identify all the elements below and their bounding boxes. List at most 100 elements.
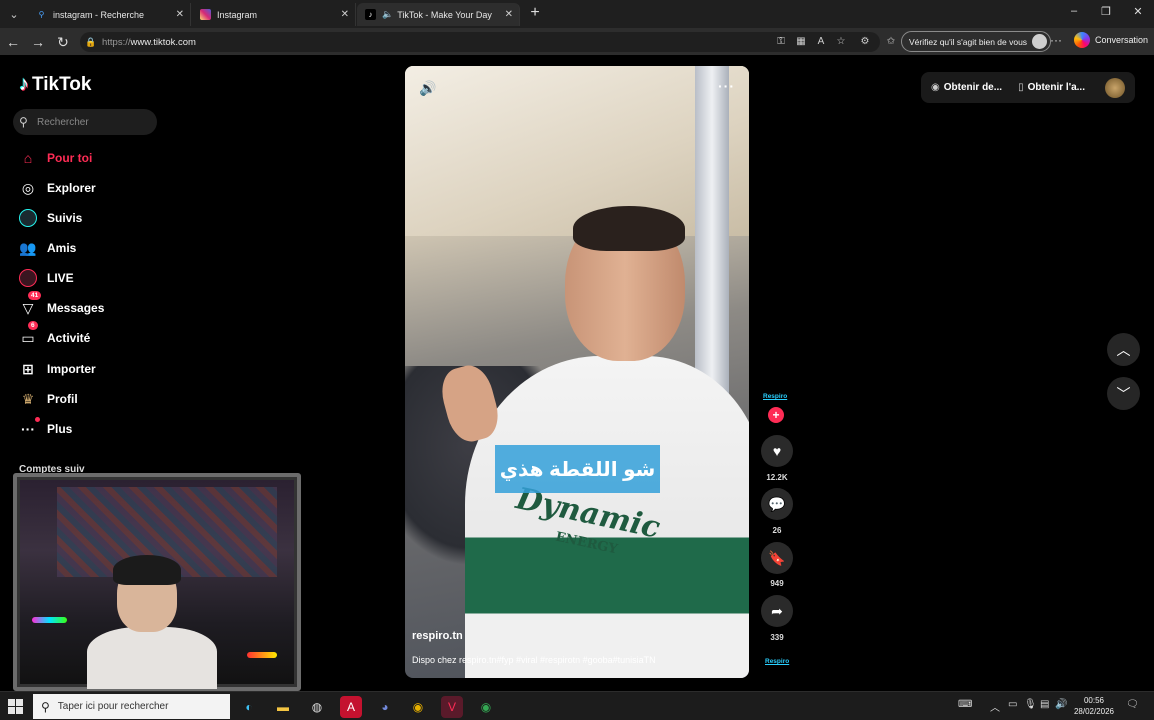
favorites-icon[interactable]: ✩ bbox=[884, 35, 898, 49]
keyboard-icon[interactable]: ⌨ bbox=[958, 699, 972, 710]
sound-link[interactable]: Respiro bbox=[765, 658, 789, 665]
sidebar-item-label: Pour toi bbox=[47, 151, 93, 165]
file-explorer-icon[interactable]: ▬ bbox=[272, 696, 294, 718]
volume-tray-icon[interactable]: 🔊 bbox=[1055, 699, 1067, 710]
share-button[interactable]: ➦ bbox=[761, 595, 793, 627]
microphone-icon[interactable]: 🎙 bbox=[1024, 699, 1037, 710]
sidebar-item-importer[interactable]: ⊞ Importer bbox=[18, 357, 96, 381]
tab-instagram-search[interactable]: ⚲ instagram - Recherche ✕ bbox=[28, 3, 191, 26]
discord-icon[interactable]: ◕ bbox=[374, 696, 396, 718]
sidebar-item-explorer[interactable]: ◎ Explorer bbox=[18, 176, 96, 200]
tray-chevron-up-icon[interactable]: ︿ bbox=[990, 699, 1000, 714]
notification-dot bbox=[35, 417, 40, 422]
share-count: 339 bbox=[770, 633, 784, 642]
video-author[interactable]: respiro.tn bbox=[412, 630, 463, 642]
minimize-icon[interactable]: – bbox=[1066, 5, 1082, 17]
obs-icon[interactable]: ◍ bbox=[306, 696, 328, 718]
video-player[interactable]: Dynamic ENERGY شو اللقطة هذي 🔊 ··· respi… bbox=[405, 66, 749, 678]
sidebar-item-pour-toi[interactable]: ⌂ Pour toi bbox=[18, 146, 93, 170]
sidebar-item-label: Messages bbox=[47, 301, 105, 315]
app-v-icon[interactable]: V bbox=[441, 696, 463, 718]
new-tab-button[interactable]: + bbox=[526, 4, 544, 22]
profile-verify-button[interactable]: Vérifiez qu'il s'agit bien de vous bbox=[901, 31, 1052, 52]
search-placeholder: Rechercher bbox=[37, 116, 89, 128]
browser-menu-icon[interactable]: ··· bbox=[1050, 33, 1062, 47]
video-description: Dispo chez respiro.tn#fyp #viral #respir… bbox=[412, 655, 656, 665]
tab-tiktok[interactable]: ♪ 🔈 TikTok - Make Your Day ✕ bbox=[357, 3, 520, 26]
messages-badge: 41 bbox=[28, 291, 42, 300]
tiktok-icon: ♪ bbox=[19, 73, 29, 95]
taskbar-clock[interactable]: 00:56 28/02/2026 bbox=[1070, 695, 1118, 717]
share-icon: ➦ bbox=[771, 602, 783, 619]
profile-icon: ♛ bbox=[21, 390, 35, 407]
close-icon[interactable]: ✕ bbox=[176, 9, 184, 20]
next-video-button[interactable]: ﹀ bbox=[1107, 377, 1140, 410]
search-icon: ⚲ bbox=[41, 699, 50, 714]
translate-icon[interactable]: A bbox=[814, 35, 828, 49]
author-avatar-link[interactable]: Respiro bbox=[763, 393, 787, 400]
follow-button[interactable]: + bbox=[768, 407, 784, 423]
address-bar-row: ← → ↻ 🔒 https://www.tiktok.com ⚿ ▦ A ☆ ⚙… bbox=[0, 28, 1154, 55]
sidebar-item-activite[interactable]: ▭ 6 Activité bbox=[18, 321, 90, 350]
volume-icon[interactable]: 🔊 bbox=[419, 80, 436, 97]
tab-list-button[interactable]: ⌄ bbox=[4, 4, 24, 24]
upload-icon: ⊞ bbox=[22, 360, 34, 377]
get-app-button[interactable]: ▯ Obtenir l'a... bbox=[1018, 82, 1085, 93]
avatar bbox=[1032, 34, 1048, 49]
extension-icon[interactable]: ⚙ bbox=[858, 35, 872, 49]
get-coins-button[interactable]: ◉ Obtenir de... bbox=[931, 82, 1002, 93]
chrome-alt-icon[interactable]: ◉ bbox=[475, 696, 497, 718]
coin-icon: ◉ bbox=[931, 82, 940, 93]
taskbar-search-input[interactable]: ⚲ Taper ici pour rechercher bbox=[33, 694, 230, 719]
like-button[interactable]: ♥ bbox=[761, 435, 793, 467]
following-icon bbox=[18, 208, 38, 228]
search-input[interactable]: ⚲ Rechercher bbox=[13, 109, 157, 135]
tab-instagram[interactable]: Instagram ✕ bbox=[192, 3, 356, 26]
video-more-icon[interactable]: ··· bbox=[718, 78, 735, 94]
copilot-button[interactable]: Conversation bbox=[1074, 32, 1148, 48]
tiktok-logo[interactable]: ♪ TikTok bbox=[19, 73, 91, 96]
compass-icon: ◎ bbox=[21, 179, 35, 196]
close-icon[interactable]: ✕ bbox=[505, 9, 513, 20]
comment-button[interactable]: 💬 bbox=[761, 488, 793, 520]
restore-icon[interactable]: ❐ bbox=[1098, 5, 1114, 18]
messages-icon: ▽ 41 bbox=[18, 291, 42, 318]
notifications-icon[interactable]: 🗨 bbox=[1126, 699, 1139, 710]
webcam-frame bbox=[13, 473, 301, 691]
friends-icon: 👥 bbox=[19, 239, 37, 256]
previous-video-button[interactable]: ︿ bbox=[1107, 333, 1140, 366]
battery-icon[interactable]: ▭ bbox=[1008, 699, 1017, 710]
speaker-icon[interactable]: 🔈 bbox=[382, 9, 393, 20]
sidebar-item-live[interactable]: LIVE bbox=[18, 266, 74, 290]
apps-icon[interactable]: ▦ bbox=[794, 35, 808, 49]
windows-start-icon[interactable] bbox=[8, 699, 23, 714]
sidebar-item-suivis[interactable]: Suivis bbox=[18, 206, 82, 230]
close-icon[interactable]: ✕ bbox=[341, 9, 349, 20]
avatar[interactable] bbox=[1105, 78, 1125, 98]
save-button[interactable]: 🔖 bbox=[761, 542, 793, 574]
sidebar-item-label: Amis bbox=[47, 241, 77, 255]
sidebar-item-profil[interactable]: ♛ Profil bbox=[18, 387, 78, 411]
favorite-star-icon[interactable]: ☆ bbox=[834, 35, 848, 49]
url-input[interactable]: 🔒 https://www.tiktok.com ⚿ ▦ A ☆ ⚙ bbox=[80, 32, 880, 52]
back-icon[interactable]: ← bbox=[4, 33, 22, 51]
search-icon: ⚲ bbox=[38, 10, 45, 19]
save-count: 949 bbox=[770, 579, 784, 588]
taskbar-search-placeholder: Taper ici pour rechercher bbox=[57, 701, 169, 712]
app-a-icon[interactable]: A bbox=[340, 696, 362, 718]
key-icon[interactable]: ⚿ bbox=[774, 35, 788, 49]
lock-icon[interactable]: 🔒 bbox=[84, 37, 98, 48]
sidebar-item-messages[interactable]: ▽ 41 Messages bbox=[18, 291, 105, 320]
chevron-down-icon: ﹀ bbox=[1116, 385, 1131, 402]
network-icon[interactable]: ▤ bbox=[1040, 699, 1049, 710]
forward-icon[interactable]: → bbox=[29, 33, 47, 51]
live-icon bbox=[18, 268, 38, 288]
sidebar-item-label: Suivis bbox=[47, 211, 83, 225]
refresh-icon[interactable]: ↻ bbox=[54, 33, 72, 51]
home-icon: ⌂ bbox=[23, 150, 33, 166]
window-close-icon[interactable]: ✕ bbox=[1130, 5, 1146, 18]
sidebar-item-plus[interactable]: ··· Plus bbox=[18, 417, 72, 441]
sidebar-item-amis[interactable]: 👥 Amis bbox=[18, 236, 76, 260]
edge-icon[interactable]: ◐ bbox=[238, 696, 260, 718]
chrome-icon[interactable]: ◉ bbox=[407, 696, 429, 718]
